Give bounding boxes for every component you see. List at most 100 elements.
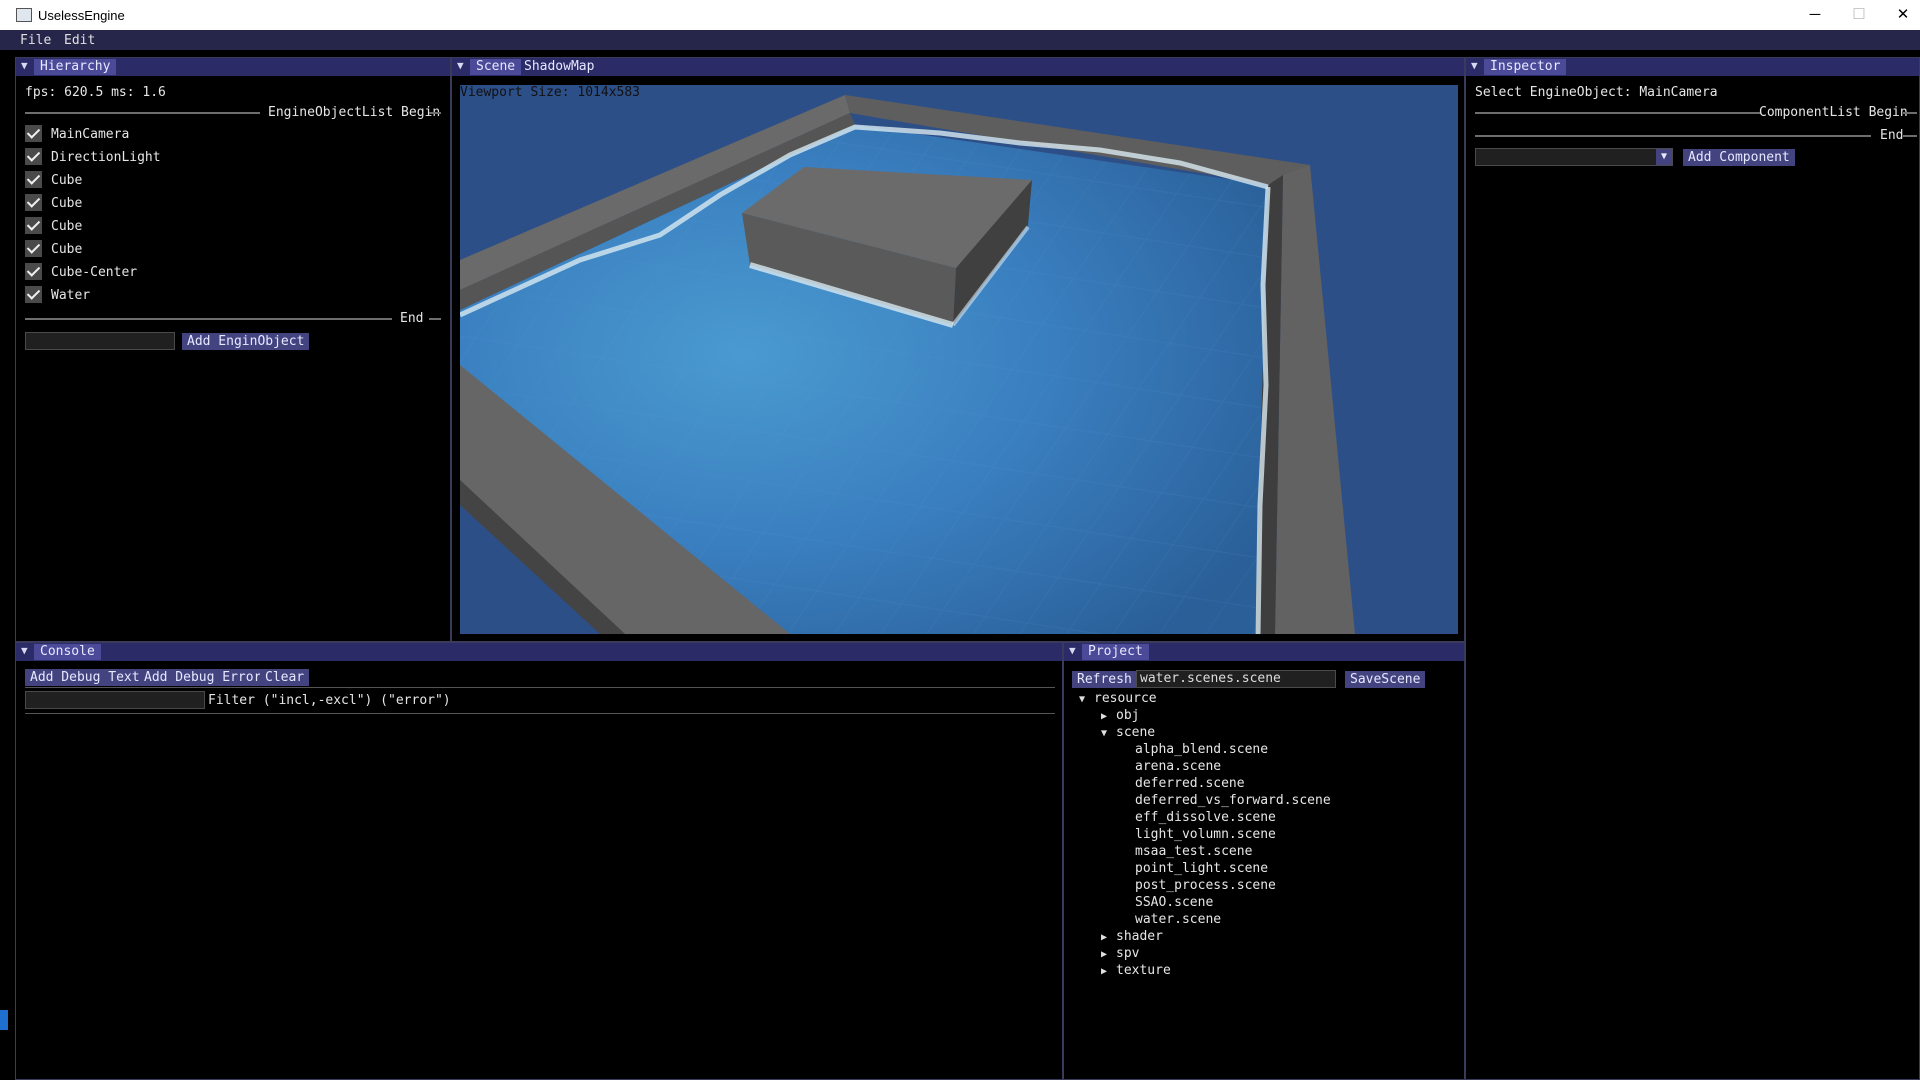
tree-expanded-icon[interactable]: ▼ [1079, 694, 1085, 705]
object-cube-4[interactable]: Cube [51, 242, 82, 257]
tree-folder-spv[interactable]: spv [1116, 946, 1139, 961]
clear-button[interactable]: Clear [260, 669, 310, 686]
filter-label: Filter ("incl,-excl") ("error") [208, 693, 451, 708]
menu-file[interactable]: File [20, 33, 51, 48]
object-list-begin: EngineObjectList Begin [268, 105, 441, 120]
tree-file[interactable]: deferred_vs_forward.scene [1135, 793, 1331, 808]
checkbox-water[interactable] [25, 286, 42, 303]
scene-panel: ▼ Scene ShadowMap Viewport Size: 1014x58… [451, 57, 1465, 642]
object-directionlight[interactable]: DirectionLight [51, 150, 161, 165]
object-water[interactable]: Water [51, 288, 90, 303]
window-title: UselessEngine [38, 8, 125, 23]
project-panel: ▼ Project Refresh water.scenes.scene Sav… [1063, 642, 1465, 1080]
app-icon [16, 8, 32, 22]
separator [25, 318, 392, 320]
console-filter-input[interactable] [25, 691, 205, 709]
tree-file[interactable]: arena.scene [1135, 759, 1221, 774]
tab-hierarchy[interactable]: Hierarchy [34, 59, 117, 75]
tab-console[interactable]: Console [34, 644, 101, 660]
tree-collapsed-icon[interactable]: ▶ [1101, 932, 1107, 943]
tree-collapsed-icon[interactable]: ▶ [1101, 966, 1107, 977]
checkbox-maincamera[interactable] [25, 125, 42, 142]
tree-collapsed-icon[interactable]: ▶ [1101, 949, 1107, 960]
edge-indicator [0, 1010, 8, 1030]
selected-object-label: Select EngineObject: MainCamera [1475, 85, 1718, 100]
separator [1903, 135, 1917, 137]
chevron-down-icon[interactable]: ▼ [1656, 149, 1672, 165]
tree-folder-texture[interactable]: texture [1116, 963, 1171, 978]
add-component-button[interactable]: Add Component [1683, 149, 1795, 166]
collapse-icon[interactable]: ▼ [1471, 59, 1478, 72]
tree-file[interactable]: SSAO.scene [1135, 895, 1213, 910]
scene-titlebar: ▼ Scene ShadowMap [452, 58, 1464, 76]
add-debug-error-button[interactable]: Add Debug Error [139, 669, 267, 686]
tree-folder-resource[interactable]: resource [1094, 691, 1157, 706]
tree-file[interactable]: post_process.scene [1135, 878, 1276, 893]
tree-file[interactable]: alpha_blend.scene [1135, 742, 1268, 757]
component-select[interactable] [1475, 148, 1673, 166]
collapse-icon[interactable]: ▼ [21, 644, 28, 657]
save-scene-button[interactable]: SaveScene [1345, 671, 1426, 688]
fps-stats: fps: 620.5 ms: 1.6 [25, 85, 166, 100]
tree-folder-obj[interactable]: obj [1116, 708, 1139, 723]
hierarchy-titlebar: ▼ Hierarchy [16, 58, 450, 76]
separator [25, 687, 1055, 688]
separator [429, 112, 441, 114]
component-list-begin: ComponentList Begin [1759, 105, 1908, 120]
collapse-icon[interactable]: ▼ [21, 59, 28, 72]
object-cube-3[interactable]: Cube [51, 219, 82, 234]
tree-file[interactable]: eff_dissolve.scene [1135, 810, 1276, 825]
project-titlebar: ▼ Project [1064, 643, 1464, 661]
menu-edit[interactable]: Edit [64, 33, 95, 48]
close-button[interactable]: ✕ [1880, 0, 1920, 30]
collapse-icon[interactable]: ▼ [457, 59, 464, 72]
component-list-end: End [1880, 128, 1904, 143]
scene-name-input[interactable]: water.scenes.scene [1136, 670, 1336, 688]
checkbox-directionlight[interactable] [25, 148, 42, 165]
maximize-button[interactable]: ☐ [1836, 0, 1882, 30]
window-titlebar: UselessEngine ─ ☐ ✕ [0, 0, 1920, 30]
tree-file[interactable]: msaa_test.scene [1135, 844, 1252, 859]
tree-file[interactable]: light_volumn.scene [1135, 827, 1276, 842]
scene-render [460, 85, 1458, 634]
tree-expanded-icon[interactable]: ▼ [1101, 728, 1107, 739]
tree-file[interactable]: point_light.scene [1135, 861, 1268, 876]
checkbox-cube-3[interactable] [25, 217, 42, 234]
separator [429, 318, 441, 320]
separator [25, 112, 260, 114]
scene-viewport[interactable]: Viewport Size: 1014x583 [460, 85, 1458, 634]
separator [1903, 112, 1917, 114]
object-list-end: End [400, 311, 424, 326]
separator [1475, 112, 1761, 114]
tree-file[interactable]: deferred.scene [1135, 776, 1245, 791]
object-cube-2[interactable]: Cube [51, 196, 82, 211]
tab-scene[interactable]: Scene [470, 59, 522, 75]
tab-project[interactable]: Project [1082, 644, 1149, 660]
console-panel: ▼ Console Add Debug Text Add Debug Error… [15, 642, 1063, 1080]
tree-folder-scene[interactable]: scene [1116, 725, 1155, 740]
add-engine-object-button[interactable]: Add EnginObject [182, 333, 310, 350]
add-debug-text-button[interactable]: Add Debug Text [25, 669, 145, 686]
tree-folder-shader[interactable]: shader [1116, 929, 1163, 944]
tree-collapsed-icon[interactable]: ▶ [1101, 711, 1107, 722]
new-object-name-input[interactable] [25, 332, 175, 350]
tab-inspector[interactable]: Inspector [1484, 59, 1567, 75]
minimize-button[interactable]: ─ [1792, 0, 1838, 30]
object-cube-1[interactable]: Cube [51, 173, 82, 188]
checkbox-cube-center[interactable] [25, 263, 42, 280]
collapse-icon[interactable]: ▼ [1069, 644, 1076, 657]
hierarchy-panel: ▼ Hierarchy fps: 620.5 ms: 1.6 EngineObj… [15, 57, 451, 642]
inspector-panel: ▼ Inspector Select EngineObject: MainCam… [1465, 57, 1920, 1080]
object-cube-center[interactable]: Cube-Center [51, 265, 137, 280]
refresh-button[interactable]: Refresh [1072, 671, 1137, 688]
checkbox-cube-2[interactable] [25, 194, 42, 211]
tree-file[interactable]: water.scene [1135, 912, 1221, 927]
tab-shadowmap[interactable]: ShadowMap [518, 59, 600, 75]
separator [1475, 135, 1871, 137]
object-maincamera[interactable]: MainCamera [51, 127, 129, 142]
viewport-size-label: Viewport Size: 1014x583 [460, 85, 641, 100]
inspector-titlebar: ▼ Inspector [1466, 58, 1919, 76]
checkbox-cube-1[interactable] [25, 171, 42, 188]
checkbox-cube-4[interactable] [25, 240, 42, 257]
console-titlebar: ▼ Console [16, 643, 1062, 661]
